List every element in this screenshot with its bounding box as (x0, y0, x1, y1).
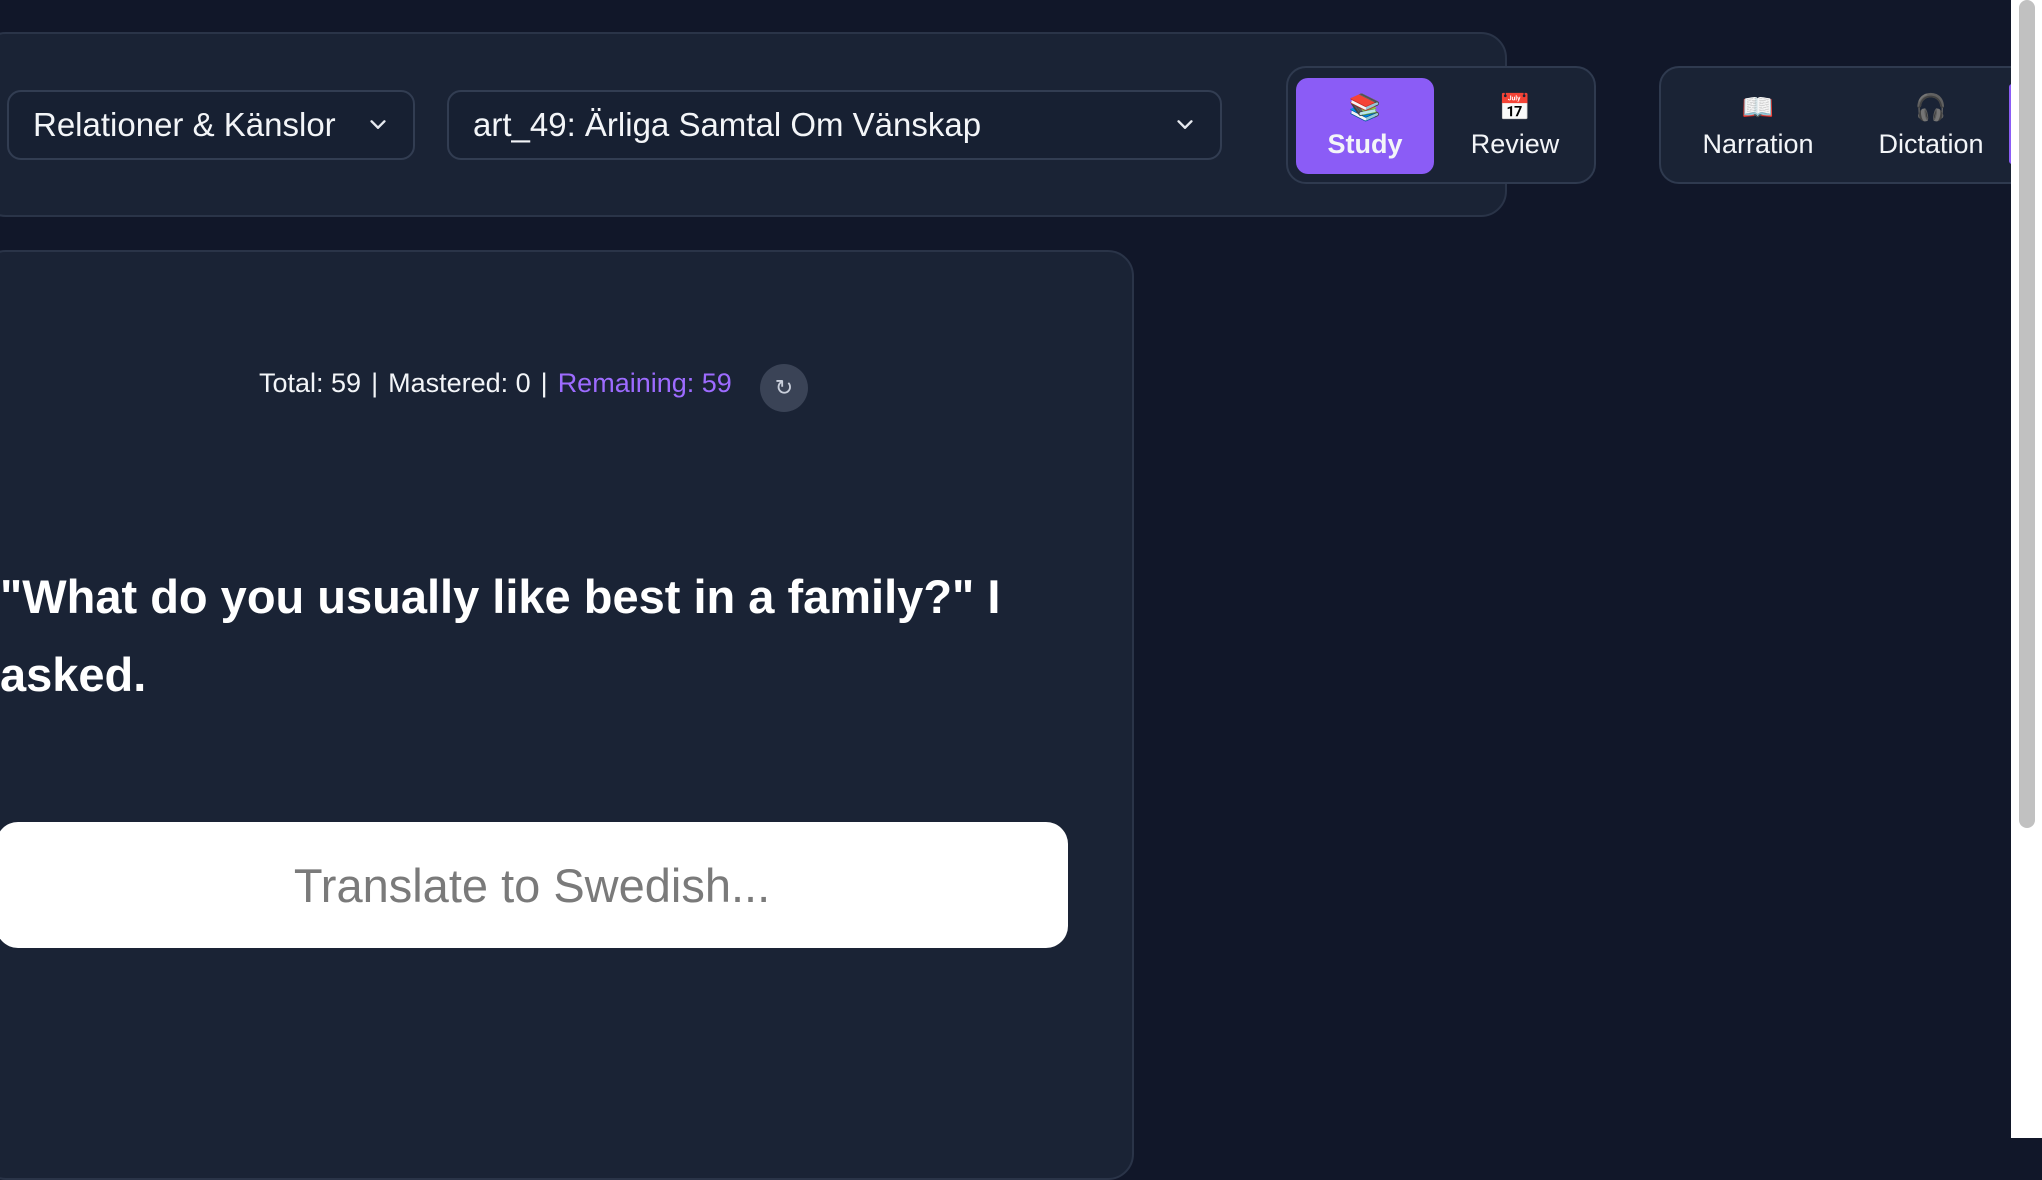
dictation-mode-button[interactable]: 🎧 Dictation (1847, 78, 2015, 174)
category-select[interactable]: Relationer & Känslor (7, 90, 415, 160)
mode-group-practice: 📚 Study 📅 Review (1286, 66, 1596, 184)
refresh-icon: ↻ (774, 375, 794, 400)
study-mode-label: Study (1327, 128, 1403, 159)
review-mode-button[interactable]: 📅 Review (1440, 78, 1590, 174)
review-mode-label: Review (1470, 128, 1560, 159)
chevron-down-icon (1177, 120, 1193, 129)
books-icon: 📚 (1348, 91, 1382, 122)
calendar-icon: 📅 (1498, 91, 1532, 122)
category-select-value: Relationer & Känslor (33, 106, 336, 143)
prompt-sentence: "What do you usually like best in a fami… (0, 570, 1001, 701)
narration-mode-button[interactable]: 📖 Narration (1673, 78, 1843, 174)
narration-mode-label: Narration (1702, 128, 1814, 159)
stats-separator: | (371, 368, 379, 398)
headphones-icon: 🎧 (1914, 91, 1948, 122)
stats-separator: | (540, 368, 548, 398)
article-select-value: art_49: Ärliga Samtal Om Vänskap (473, 106, 982, 143)
progress-stats: Total: 59 | Mastered: 0 | Remaining: 59 (259, 368, 732, 399)
total-count: Total: 59 (259, 368, 362, 398)
remaining-count: Remaining: 59 (557, 368, 732, 398)
mode-group-listening: 📖 Narration 🎧 Dictation (1659, 66, 2042, 184)
study-mode-button[interactable]: 📚 Study (1296, 78, 1434, 174)
translation-input[interactable] (0, 822, 1068, 948)
dictation-mode-label: Dictation (1878, 128, 1984, 159)
refresh-button[interactable]: ↻ (760, 364, 808, 412)
article-select[interactable]: art_49: Ärliga Samtal Om Vänskap (447, 90, 1222, 160)
chevron-down-icon (370, 120, 386, 129)
mastered-count: Mastered: 0 (388, 368, 531, 398)
scrollbar-thumb[interactable] (2019, 0, 2035, 828)
open-book-icon: 📖 (1741, 91, 1775, 122)
